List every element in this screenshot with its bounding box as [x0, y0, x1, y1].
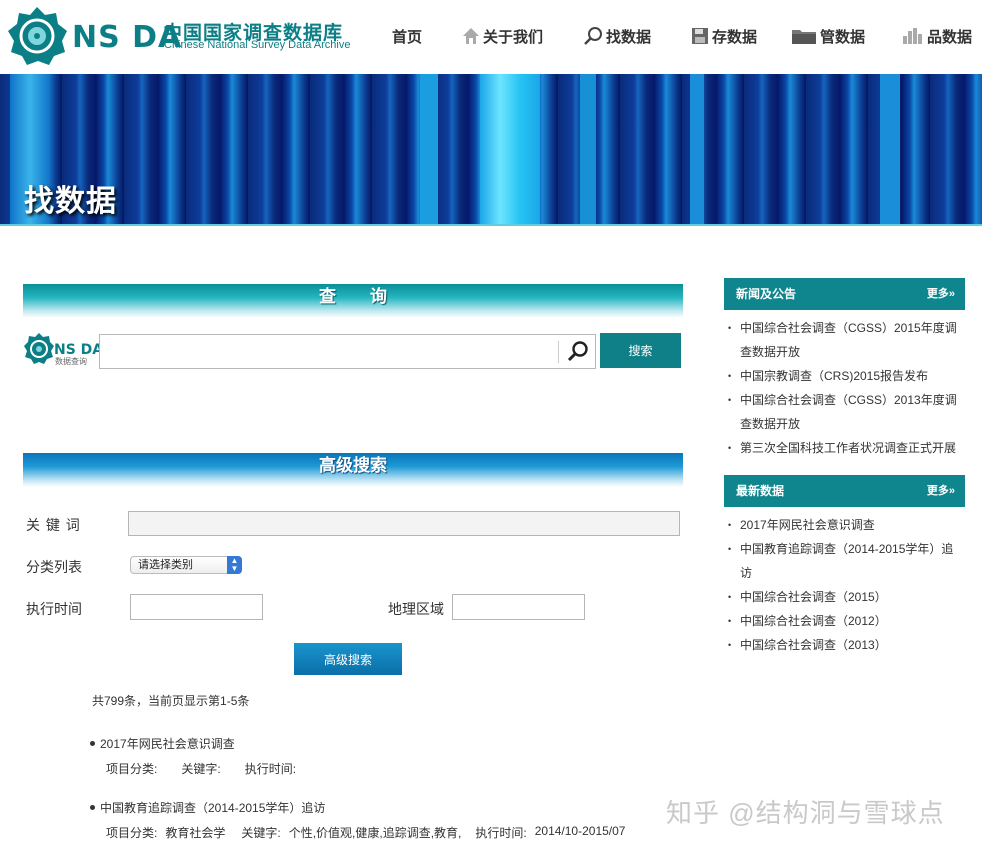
result-keywords-label: 关键字: [241, 826, 281, 840]
banner-divider [0, 224, 982, 226]
nav-find-data[interactable]: 找数据 [583, 24, 651, 48]
latest-data-item[interactable]: 2017年网民社会意识调查 [726, 513, 962, 537]
category-label: 分类列表 [26, 559, 82, 575]
time-label: 执行时间 [26, 601, 82, 617]
news-item[interactable]: 中国综合社会调查（CGSS）2015年度调查数据开放 [726, 316, 962, 364]
logo-english-name: Chinese National Survey Data Archive [164, 39, 351, 51]
time-input[interactable] [130, 594, 263, 620]
main-nav: 首页 关于我们 找数据 存数据 管数据 品数据 [380, 0, 982, 74]
result-title[interactable]: 2017年网民社会意识调查 [100, 735, 235, 752]
result-category-label: 项目分类: [106, 762, 158, 776]
result-keywords: 个性,价值观,健康,追踪调查,教育, [288, 826, 462, 840]
results-count: 共799条，当前页显示第1-5条 [92, 694, 250, 708]
nav-home[interactable]: 首页 [392, 24, 422, 48]
region-label: 地理区域 [388, 601, 444, 617]
result-category: 教育社会学 [165, 826, 226, 840]
nav-about[interactable]: 关于我们 [462, 24, 543, 48]
nav-store-data-label: 存数据 [712, 28, 758, 46]
nav-manage-data[interactable]: 管数据 [791, 24, 865, 48]
nav-home-label: 首页 [392, 28, 423, 46]
save-disk-icon [692, 28, 708, 44]
news-panel-header: 新闻及公告 更多» [724, 278, 965, 310]
folder-icon [792, 30, 816, 44]
result-time-label: 执行时间: [244, 762, 297, 776]
latest-data-list: 2017年网民社会意识调查 中国教育追踪调查（2014-2015学年）追访 中国… [726, 513, 962, 657]
latest-data-item[interactable]: 中国综合社会调查（2015） [726, 585, 962, 609]
result-title[interactable]: 中国教育追踪调查（2014-2015学年）追访 [100, 799, 325, 816]
search-icon [584, 27, 602, 45]
result-meta: 项目分类: 关键字: 执行时间: [106, 760, 296, 777]
category-select[interactable]: 请选择类别 ▲ ▼ [130, 556, 242, 574]
news-item[interactable]: 中国宗教调查（CRS)2015报告发布 [726, 364, 962, 388]
site-logo[interactable]: NS DA 中国国家调查数据库 Chinese National Survey … [6, 6, 366, 66]
site-header: NS DA 中国国家调查数据库 Chinese National Survey … [0, 0, 982, 74]
result-time: 2014/10-2015/07 [534, 824, 626, 838]
result-item: 2017年网民社会意识调查 项目分类: 关键字: 执行时间: [90, 735, 296, 777]
result-time-label: 执行时间: [475, 826, 527, 840]
banner-light-stripe [690, 74, 704, 226]
search-button[interactable]: 搜索 [600, 333, 681, 368]
keyword-label: 关 键 词 [26, 517, 81, 533]
select-stepper-icon: ▲ ▼ [227, 556, 242, 574]
result-item: 中国教育追踪调查（2014-2015学年）追访 项目分类: 教育社会学 关键字:… [90, 799, 625, 841]
bullet-icon [90, 805, 95, 810]
category-select-value: 请选择类别 [138, 559, 193, 571]
nav-store-data[interactable]: 存数据 [691, 24, 757, 48]
news-list: 中国综合社会调查（CGSS）2015年度调查数据开放 中国宗教调查（CRS)20… [726, 316, 962, 460]
banner-light-stripe [580, 74, 596, 226]
query-logo-subtitle: 数据查询 [55, 357, 87, 366]
advanced-search-header: 高级搜索 [23, 453, 683, 487]
news-panel-title: 新闻及公告 [736, 287, 797, 301]
result-keywords-label: 关键字: [181, 762, 221, 776]
result-category-label: 项目分类: [106, 826, 158, 840]
latest-data-item[interactable]: 中国综合社会调查（2013） [726, 633, 962, 657]
nav-review-data[interactable]: 品数据 [902, 24, 972, 48]
latest-data-panel-header: 最新数据 更多» [724, 475, 965, 507]
page-title: 找数据 [24, 185, 117, 218]
quick-search-input[interactable] [100, 335, 555, 368]
nav-manage-data-label: 管数据 [820, 28, 866, 46]
result-meta: 项目分类: 教育社会学 关键字: 个性,价值观,健康,追踪调查,教育, 执行时间… [106, 824, 625, 841]
latest-data-more-link[interactable]: 更多» [927, 475, 955, 507]
news-item[interactable]: 中国综合社会调查（CGSS）2013年度调查数据开放 [726, 388, 962, 436]
latest-data-item[interactable]: 中国综合社会调查（2012） [726, 609, 962, 633]
banner-light-stripe [880, 74, 900, 226]
region-input[interactable] [452, 594, 585, 620]
news-item[interactable]: 第三次全国科技工作者状况调查正式开展 [726, 436, 962, 460]
advanced-search-button[interactable]: 高级搜索 [294, 643, 402, 675]
bullet-icon [90, 741, 95, 746]
nav-find-data-label: 找数据 [606, 28, 652, 46]
watermark: 知乎 @结构洞与雪球点 [666, 798, 945, 828]
query-section-header: 查 询 [23, 284, 683, 318]
latest-data-panel-title: 最新数据 [736, 484, 785, 498]
keyword-input[interactable] [128, 511, 680, 536]
banner-light-stripe [420, 74, 438, 226]
quick-search-box [99, 334, 596, 369]
result-title-row: 2017年网民社会意识调查 [90, 735, 296, 752]
news-more-link[interactable]: 更多» [927, 278, 955, 310]
banner-light-stripe [480, 74, 540, 226]
latest-data-item[interactable]: 中国教育追踪调查（2014-2015学年）追访 [726, 537, 962, 585]
bar-chart-icon [903, 28, 922, 44]
magnifier-icon[interactable] [566, 340, 590, 364]
house-icon [463, 28, 479, 44]
page-banner: 找数据 [0, 74, 982, 226]
nav-review-data-label: 品数据 [927, 28, 973, 46]
result-title-row: 中国教育追踪调查（2014-2015学年）追访 [90, 799, 625, 816]
search-divider [558, 341, 559, 363]
cnsda-logo-icon [8, 7, 67, 65]
nav-about-label: 关于我们 [483, 28, 544, 46]
